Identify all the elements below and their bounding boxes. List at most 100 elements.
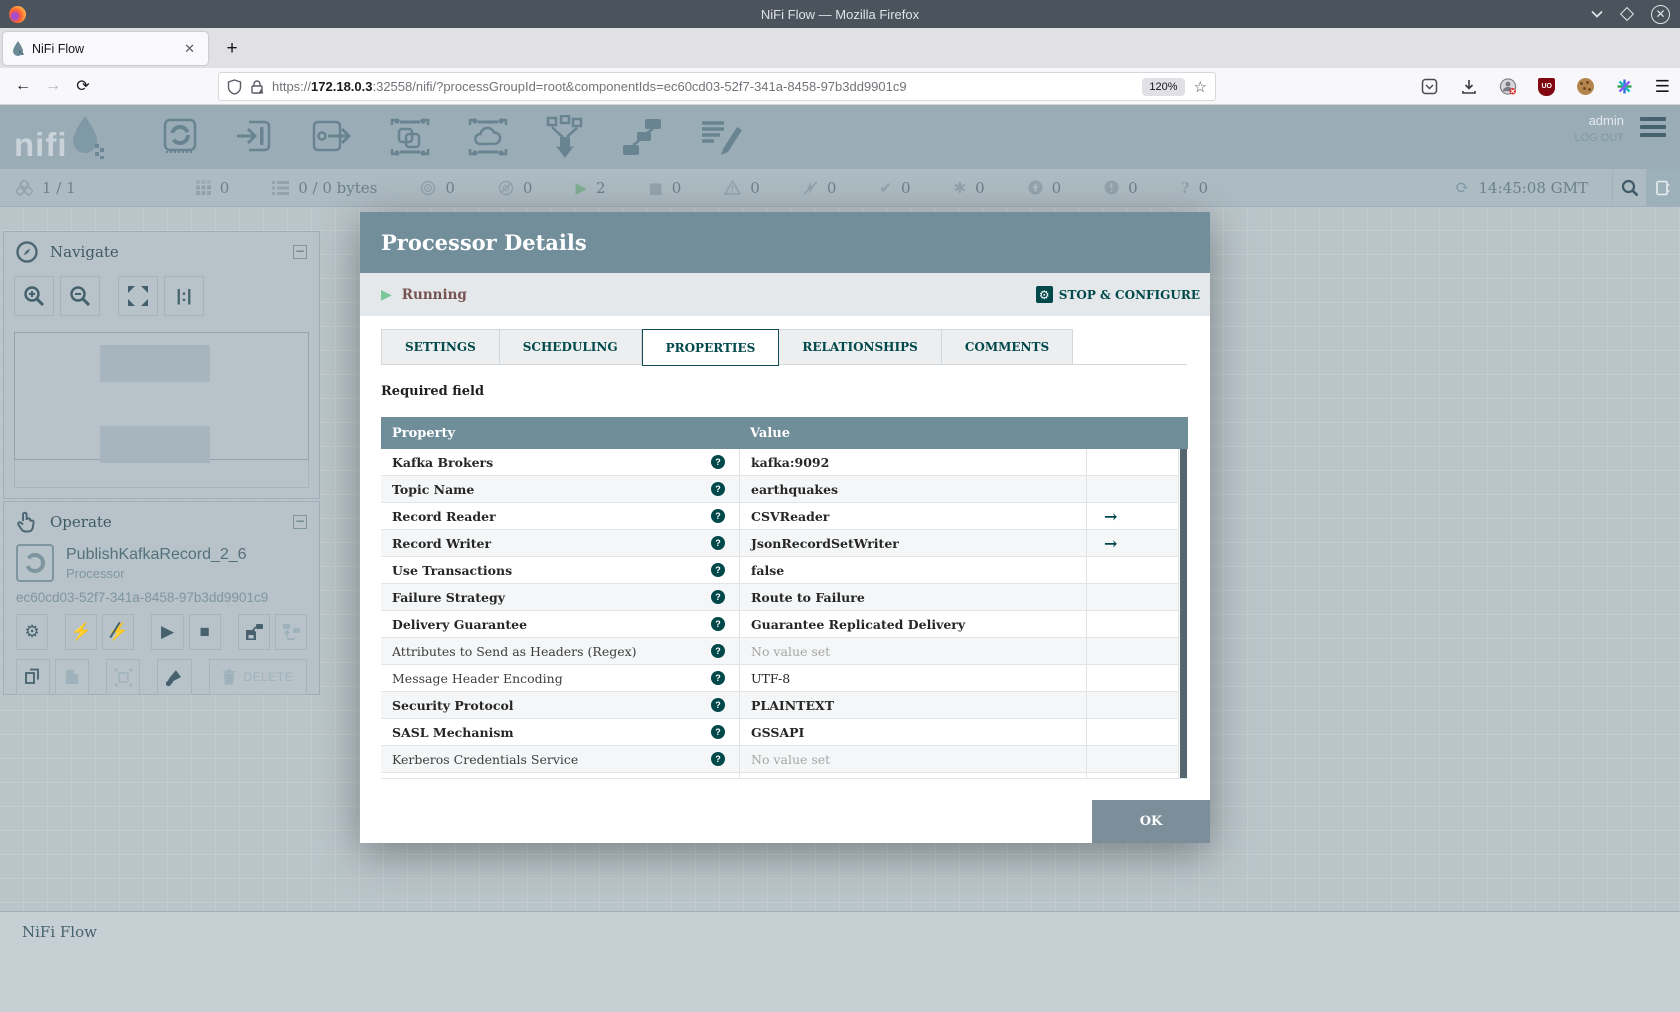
- tab-comments[interactable]: COMMENTS: [941, 329, 1074, 365]
- tab-scheduling[interactable]: SCHEDULING: [499, 329, 642, 365]
- drag-process-group-icon[interactable]: [389, 117, 431, 157]
- bookmark-star-icon[interactable]: ☆: [1194, 78, 1207, 96]
- property-row[interactable]: Record Reader? CSVReader →: [381, 503, 1188, 530]
- goto-controller-service-icon[interactable]: →: [1104, 534, 1117, 553]
- goto-service-cell[interactable]: →: [1086, 530, 1188, 556]
- forward-button[interactable]: →: [38, 77, 68, 95]
- current-user-label: admin: [1588, 113, 1624, 128]
- change-color-button[interactable]: [157, 659, 192, 695]
- connection-lock-icon[interactable]: [250, 79, 264, 95]
- property-row[interactable]: Kerberos Service Name?No value set: [381, 773, 1188, 778]
- new-tab-button[interactable]: +: [218, 35, 246, 63]
- global-menu-icon[interactable]: [1640, 117, 1666, 141]
- window-minimize-icon[interactable]: [1591, 10, 1603, 18]
- help-icon[interactable]: ?: [711, 644, 725, 658]
- property-row[interactable]: Use Transactions? false: [381, 557, 1188, 584]
- property-row[interactable]: Failure Strategy? Route to Failure: [381, 584, 1188, 611]
- birdseye-minimap[interactable]: [14, 332, 309, 463]
- account-icon[interactable]: [1499, 78, 1517, 96]
- help-icon[interactable]: ?: [711, 509, 725, 523]
- goto-service-cell[interactable]: →: [1086, 503, 1188, 529]
- zoom-fit-button[interactable]: [118, 276, 158, 316]
- zoom-out-button[interactable]: [60, 276, 100, 316]
- help-icon[interactable]: ?: [711, 563, 725, 577]
- operate-collapse-icon[interactable]: −: [293, 515, 307, 529]
- property-row[interactable]: Message Header Encoding? UTF-8: [381, 665, 1188, 692]
- window-close-icon[interactable]: ✕: [1651, 4, 1670, 24]
- help-icon[interactable]: ?: [711, 482, 725, 496]
- property-row[interactable]: Security Protocol? PLAINTEXT: [381, 692, 1188, 719]
- save-flow-version-button[interactable]: [237, 614, 270, 650]
- drag-funnel-icon[interactable]: [545, 115, 585, 159]
- drag-processor-icon[interactable]: [161, 117, 199, 157]
- menu-hamburger-icon[interactable]: ☰: [1655, 77, 1670, 97]
- stop-button[interactable]: ■: [188, 614, 221, 650]
- pocket-icon[interactable]: [1421, 78, 1439, 96]
- group-button[interactable]: [106, 659, 141, 695]
- help-icon[interactable]: ?: [711, 698, 725, 712]
- property-row[interactable]: Topic Name? earthquakes: [381, 476, 1188, 503]
- search-button[interactable]: [1612, 169, 1646, 206]
- drag-input-port-icon[interactable]: [235, 118, 275, 156]
- property-name-cell: Record Writer?: [381, 530, 739, 556]
- help-icon[interactable]: ?: [711, 455, 725, 469]
- property-row[interactable]: Kerberos Credentials Service? No value se…: [381, 746, 1188, 773]
- multi-account-icon[interactable]: [1616, 78, 1634, 96]
- help-icon[interactable]: ?: [711, 752, 725, 766]
- page-zoom-badge[interactable]: 120%: [1142, 77, 1185, 96]
- dialog-status-strip: ▶ Running ⚙ STOP & CONFIGURE: [360, 273, 1210, 316]
- goto-service-cell: [1086, 719, 1188, 745]
- birdseye-toggle-button[interactable]: [1646, 169, 1680, 206]
- window-titlebar: NiFi Flow — Mozilla Firefox ✕: [0, 0, 1680, 28]
- help-icon[interactable]: ?: [711, 536, 725, 550]
- stop-configure-gear-icon: ⚙: [1035, 286, 1053, 303]
- property-row[interactable]: Record Writer? JsonRecordSetWriter →: [381, 530, 1188, 557]
- start-button[interactable]: ▶: [151, 614, 184, 650]
- help-icon[interactable]: ?: [711, 617, 725, 631]
- tab-close-icon[interactable]: ✕: [179, 39, 200, 59]
- cookie-extension-icon[interactable]: [1577, 78, 1595, 96]
- url-bar[interactable]: https://172.18.0.3:32558/nifi/?processGr…: [218, 72, 1216, 101]
- refresh-icon[interactable]: ⟳: [1455, 178, 1469, 198]
- tracking-shield-icon[interactable]: [227, 78, 242, 95]
- ok-button[interactable]: OK: [1092, 800, 1210, 843]
- table-scrollbar[interactable]: [1178, 449, 1188, 778]
- drag-connection-icon[interactable]: [621, 117, 663, 157]
- tab-properties[interactable]: PROPERTIES: [641, 329, 780, 366]
- help-icon[interactable]: ?: [711, 725, 725, 739]
- delete-button[interactable]: DELETE: [208, 659, 307, 695]
- zoom-in-button[interactable]: [14, 276, 54, 316]
- drag-output-port-icon[interactable]: [311, 118, 353, 156]
- ublock-origin-icon[interactable]: UO: [1538, 77, 1556, 96]
- navigate-panel-title: Navigate: [50, 243, 119, 261]
- reload-button[interactable]: ⟳: [68, 76, 98, 96]
- copy-button[interactable]: [16, 659, 51, 695]
- revert-flow-version-button[interactable]: [274, 614, 307, 650]
- logout-link[interactable]: LOG OUT: [1574, 132, 1624, 144]
- disable-button[interactable]: ⚡: [102, 614, 135, 650]
- window-maximize-icon[interactable]: [1619, 6, 1635, 22]
- zoom-actual-size-button[interactable]: |:|: [164, 276, 204, 316]
- tab-relationships[interactable]: RELATIONSHIPS: [779, 329, 942, 365]
- goto-service-cell: [1086, 584, 1188, 610]
- drag-label-icon[interactable]: [699, 117, 743, 157]
- drag-remote-process-group-icon[interactable]: [467, 117, 509, 157]
- configure-button[interactable]: ⚙: [16, 614, 49, 650]
- back-button[interactable]: ←: [8, 77, 38, 95]
- paste-button[interactable]: [55, 659, 90, 695]
- browser-tab[interactable]: NiFi Flow ✕: [3, 32, 208, 65]
- property-row[interactable]: Delivery Guarantee? Guarantee Replicated …: [381, 611, 1188, 638]
- downloads-icon[interactable]: [1460, 78, 1478, 96]
- tab-settings[interactable]: SETTINGS: [381, 329, 500, 365]
- property-row[interactable]: Kafka Brokers? kafka:9092: [381, 449, 1188, 476]
- navigate-collapse-icon[interactable]: −: [293, 245, 307, 259]
- property-row[interactable]: SASL Mechanism? GSSAPI: [381, 719, 1188, 746]
- goto-controller-service-icon[interactable]: →: [1104, 507, 1117, 526]
- property-row[interactable]: Attributes to Send as Headers (Regex)? No…: [381, 638, 1188, 665]
- help-icon[interactable]: ?: [711, 590, 725, 604]
- breadcrumb-nifi-flow[interactable]: NiFi Flow: [0, 912, 1680, 941]
- table-scrollbar-thumb[interactable]: [1180, 449, 1187, 778]
- help-icon[interactable]: ?: [711, 671, 725, 685]
- stop-and-configure-button[interactable]: ⚙ STOP & CONFIGURE: [1035, 286, 1200, 303]
- enable-button[interactable]: ⚡: [65, 614, 98, 650]
